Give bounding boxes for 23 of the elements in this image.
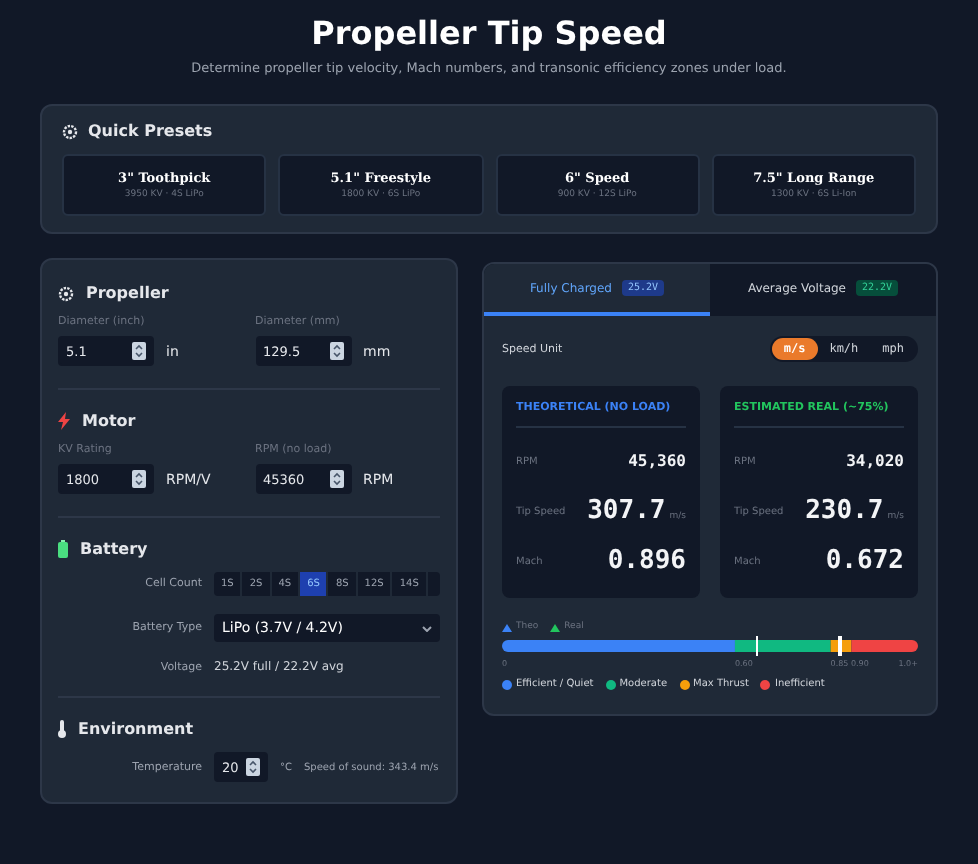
section-title: Propeller [86,284,169,302]
battery-icon [58,540,68,558]
spinner-icon[interactable] [329,342,343,360]
metric-value: 45,360 [628,452,686,470]
metric-value: 34,020 [846,452,904,470]
chevron-icon [422,625,432,631]
metric-value: 0.896 [607,546,686,576]
section-title: Quick Presets [88,122,213,140]
spinner-icon[interactable] [329,470,343,488]
lightning-icon [58,412,70,430]
gear-icon [62,123,78,139]
section-title: Motor [82,412,136,430]
page-title: Propeller Tip Speed [309,14,669,52]
metric-value: 307.7 [587,496,666,526]
spinner-icon[interactable] [132,342,146,360]
spinner-icon[interactable] [132,470,146,488]
metric-value: 0.672 [825,546,904,576]
thermometer-icon [58,720,66,738]
gear-icon [58,285,74,301]
section-title: Environment [78,720,194,738]
spinner-icon[interactable] [246,758,260,776]
section-title: Battery [80,540,148,558]
metric-value: 230.7 [805,496,884,526]
